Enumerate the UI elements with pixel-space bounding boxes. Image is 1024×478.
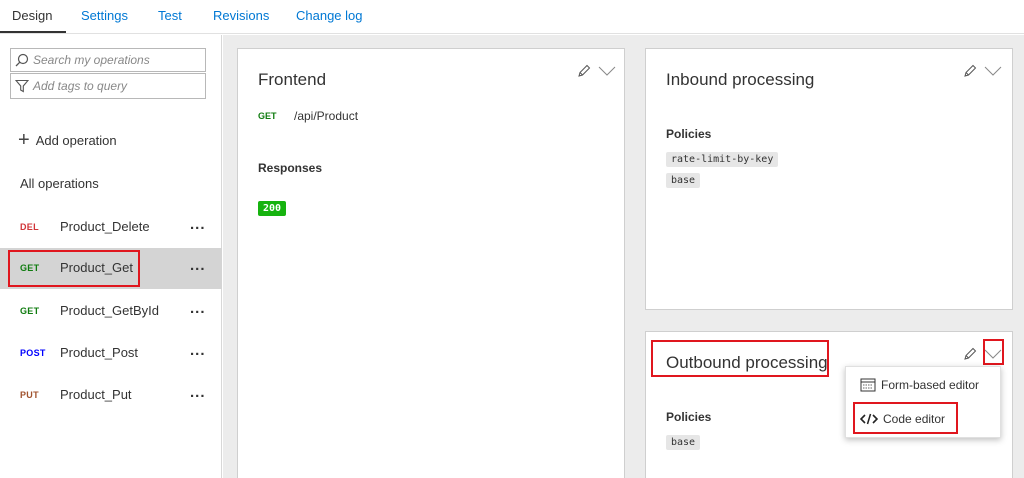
code-icon: [860, 413, 878, 425]
code-editor-item[interactable]: Code editor: [846, 404, 1002, 434]
http-verb-badge: GET: [20, 306, 40, 316]
operation-row-product-delete[interactable]: DEL Product_Delete ...: [0, 207, 222, 248]
operation-row-product-put[interactable]: PUT Product_Put ...: [0, 375, 222, 416]
all-operations-link[interactable]: All operations: [20, 176, 99, 191]
operation-name: Product_Post: [60, 345, 139, 360]
operation-row-product-get[interactable]: GET Product_Get ...: [0, 248, 222, 289]
operation-row-product-post[interactable]: POST Product_Post ...: [0, 333, 222, 374]
operations-sidebar: Search my operations Add tags to query +…: [0, 35, 222, 478]
operation-name: Product_GetById: [60, 303, 159, 318]
http-verb-badge: DEL: [20, 222, 39, 232]
http-verb-badge: PUT: [20, 390, 39, 400]
tab-test[interactable]: Test: [158, 8, 182, 23]
frontend-title: Frontend: [258, 70, 327, 89]
more-icon[interactable]: ...: [190, 257, 206, 274]
tab-bar: Design Settings Test Revisions Change lo…: [0, 0, 1024, 34]
http-verb-badge: POST: [20, 348, 46, 358]
tab-settings[interactable]: Settings: [81, 8, 128, 23]
add-operation-label: Add operation: [35, 132, 117, 148]
form-based-editor-label: Form-based editor: [881, 378, 980, 392]
tab-revisions[interactable]: Revisions: [213, 8, 269, 23]
frontend-path: /api/Product: [294, 109, 359, 123]
plus-icon: +: [18, 129, 30, 151]
operation-name: Product_Delete: [60, 219, 150, 234]
outbound-policies-label: Policies: [666, 410, 712, 424]
more-icon[interactable]: ...: [190, 342, 206, 359]
add-operation-button[interactable]: + Add operation: [18, 130, 117, 150]
policy-chip[interactable]: base: [666, 435, 701, 450]
frontend-method: GET: [258, 111, 277, 121]
pencil-icon[interactable]: [576, 63, 592, 82]
search-icon: [15, 53, 29, 67]
inbound-panel-actions: [962, 63, 1002, 82]
frontend-panel: Frontend GET /api/Product Responses 200: [237, 48, 625, 478]
operation-name: Product_Put: [60, 387, 132, 402]
search-placeholder: Search my operations: [33, 53, 150, 67]
pencil-icon[interactable]: [962, 63, 978, 82]
outbound-title: Outbound processing: [666, 353, 828, 372]
tab-design[interactable]: Design: [12, 8, 52, 23]
form-icon: [860, 378, 876, 392]
pencil-icon[interactable]: [962, 346, 978, 365]
more-icon[interactable]: ...: [190, 216, 206, 233]
more-icon[interactable]: ...: [190, 300, 206, 317]
inbound-panel: Inbound processing Policies rate-limit-b…: [645, 48, 1013, 310]
chevron-down-icon[interactable]: [598, 65, 616, 80]
chevron-down-icon[interactable]: [984, 65, 1002, 80]
tags-input[interactable]: Add tags to query: [10, 73, 206, 99]
responses-label: Responses: [258, 161, 323, 175]
tab-change-log[interactable]: Change log: [296, 8, 363, 23]
active-tab-indicator: [0, 31, 66, 33]
frontend-panel-actions: [576, 63, 616, 82]
policy-chip[interactable]: base: [666, 173, 701, 188]
filter-icon: [15, 79, 29, 93]
editor-dropdown-menu: Form-based editor Code editor: [845, 366, 1001, 438]
operation-row-product-getbyid[interactable]: GET Product_GetById ...: [0, 291, 222, 332]
policy-chip[interactable]: rate-limit-by-key: [666, 152, 779, 167]
more-icon[interactable]: ...: [190, 384, 206, 401]
outbound-panel-actions: [962, 346, 1002, 365]
operation-name: Product_Get: [60, 260, 133, 275]
response-status-badge[interactable]: 200: [258, 201, 287, 216]
inbound-title: Inbound processing: [666, 70, 815, 89]
code-editor-label: Code editor: [883, 412, 946, 426]
inbound-policies-label: Policies: [666, 127, 712, 141]
tags-placeholder: Add tags to query: [33, 79, 128, 93]
http-verb-badge: GET: [20, 263, 40, 273]
form-based-editor-item[interactable]: Form-based editor: [846, 370, 1002, 400]
search-input[interactable]: Search my operations: [10, 48, 206, 72]
chevron-down-icon[interactable]: [984, 348, 1002, 363]
